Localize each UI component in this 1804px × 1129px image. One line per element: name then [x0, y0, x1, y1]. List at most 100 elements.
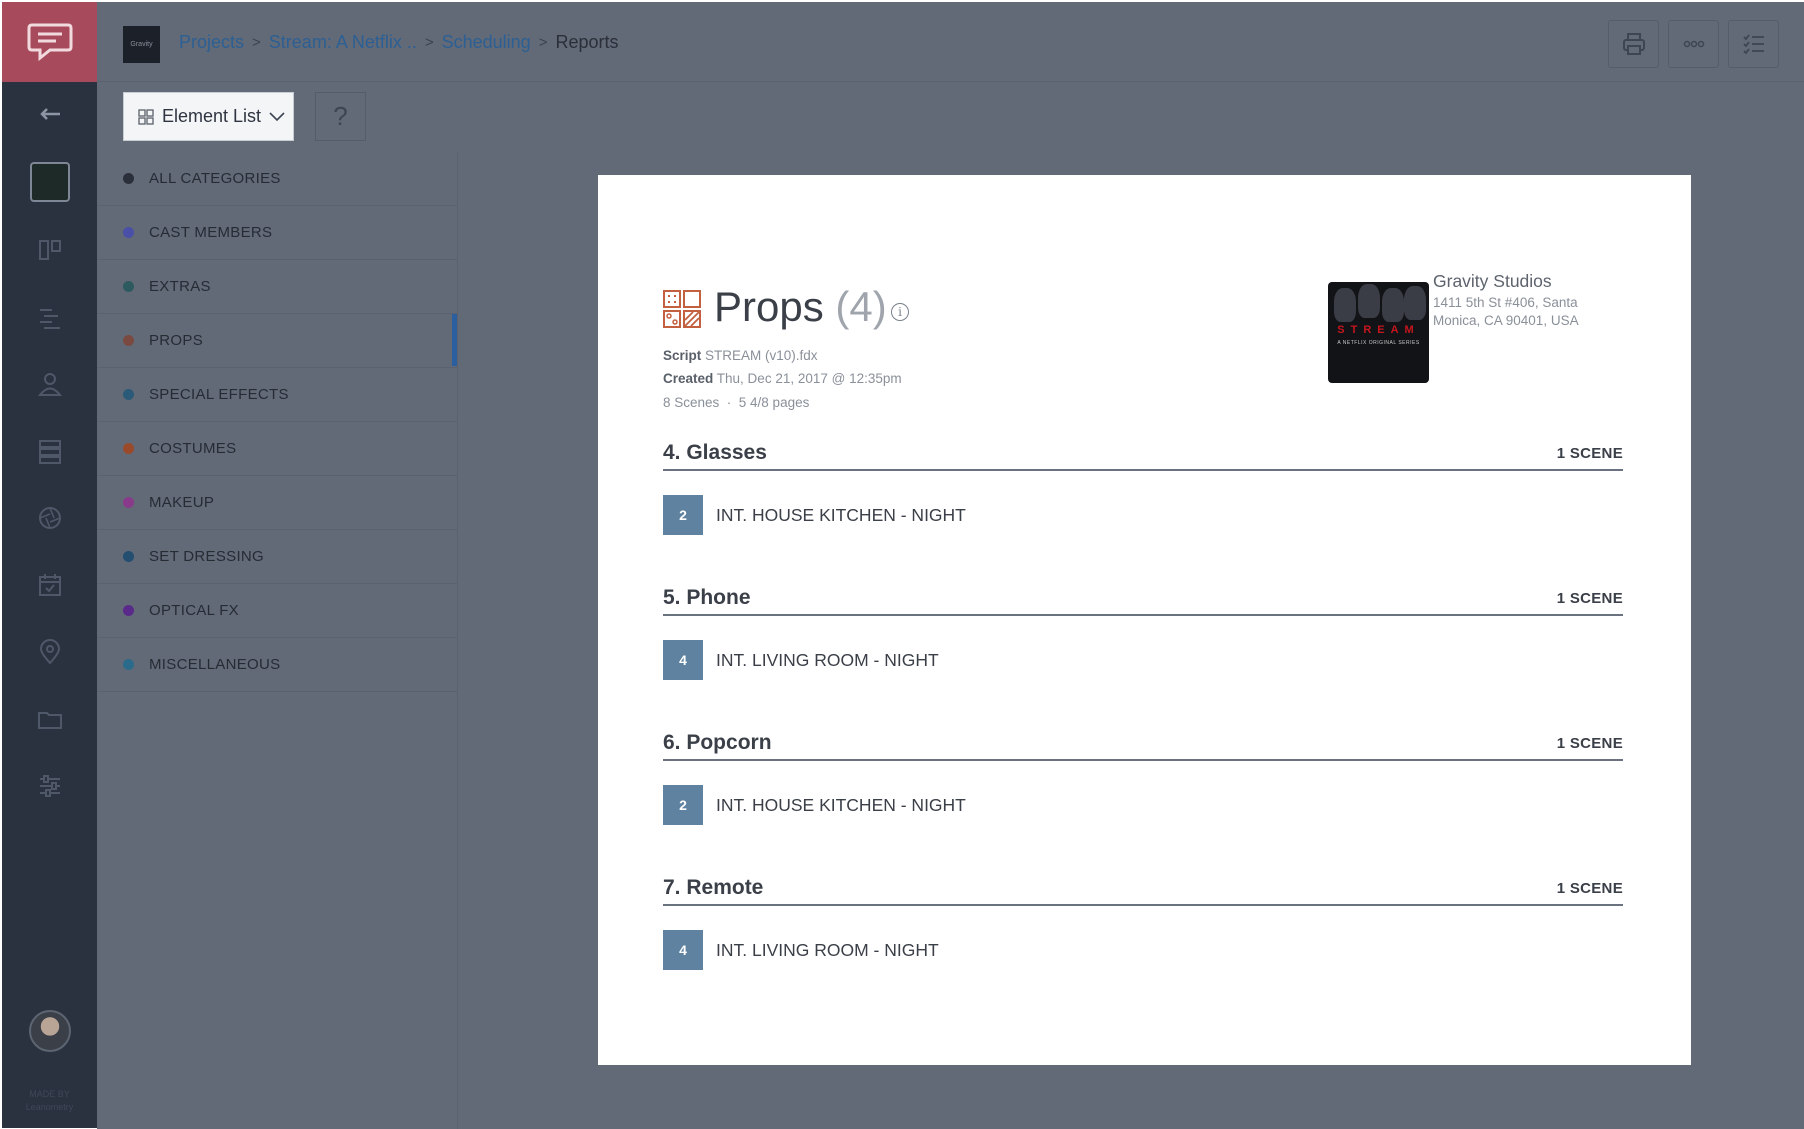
element-title: 6. Popcorn [663, 731, 772, 754]
category-color-dot [123, 497, 134, 508]
top-bar: Gravity Projects > Stream: A Netflix .. … [97, 2, 1804, 82]
printer-icon [1622, 33, 1645, 55]
schedule-list-icon[interactable] [2, 431, 97, 471]
category-item[interactable]: OPTICAL FX [97, 584, 458, 638]
category-label: PROPS [149, 332, 204, 349]
stripboard-icon[interactable] [2, 297, 97, 337]
chevron-right-icon: > [424, 34, 434, 51]
poster-figure [1404, 286, 1426, 320]
scene-row[interactable]: 4 INT. LIVING ROOM - NIGHT [663, 930, 939, 970]
breadcrumb: Projects > Stream: A Netflix .. > Schedu… [179, 32, 619, 53]
breadcrumb-projects[interactable]: Projects [179, 32, 244, 53]
category-color-dot [123, 227, 134, 238]
category-item[interactable]: SPECIAL EFFECTS [97, 368, 458, 422]
element-scene-count: 1 SCENE [1556, 880, 1623, 897]
user-avatar[interactable] [29, 1010, 71, 1052]
info-icon[interactable]: i [891, 303, 909, 321]
category-color-dot [123, 173, 134, 184]
report-title: Props (4) [714, 283, 887, 331]
category-label: EXTRAS [149, 278, 211, 295]
made-by-label: MADE BY [29, 1089, 70, 1099]
category-label: MAKEUP [149, 494, 215, 511]
category-label: CAST MEMBERS [149, 224, 273, 241]
category-color-dot [123, 659, 134, 670]
poster-title: STREAM [1337, 324, 1420, 336]
element-scene-count: 1 SCENE [1556, 590, 1623, 607]
element-section-header: 5. Phone 1 SCENE [663, 586, 1623, 616]
poster-figure [1358, 284, 1380, 318]
scene-number-badge: 2 [663, 495, 703, 535]
active-category-indicator [452, 314, 457, 366]
element-section-header: 6. Popcorn 1 SCENE [663, 731, 1623, 761]
element-list-label: Element List [162, 106, 262, 126]
element-section-header: 7. Remote 1 SCENE [663, 876, 1623, 906]
project-thumbnail[interactable] [2, 162, 97, 202]
breadcrumb-scheduling[interactable]: Scheduling [442, 32, 531, 53]
created-meta: Created Thu, Dec 21, 2017 @ 12:35pm [663, 371, 902, 386]
created-label: Created [663, 371, 714, 386]
app-window: MADE BY Leanometry Gravity Projects > St… [0, 0, 1804, 1129]
breadcrumb-project[interactable]: Stream: A Netflix .. [269, 32, 417, 53]
report-title-count: (4) [835, 283, 887, 330]
scene-row[interactable]: 2 INT. HOUSE KITCHEN - NIGHT [663, 495, 966, 535]
category-item[interactable]: COSTUMES [97, 422, 458, 476]
category-item[interactable]: MISCELLANEOUS [97, 638, 458, 692]
scene-number-badge: 4 [663, 930, 703, 970]
checklist-button[interactable] [1728, 20, 1779, 68]
scene-row[interactable]: 2 INT. HOUSE KITCHEN - NIGHT [663, 785, 966, 825]
report-page: Props (4) i Script STREAM (v10).fdx Crea… [598, 175, 1691, 1065]
help-button[interactable]: ? [315, 92, 366, 141]
scene-number-badge: 4 [663, 640, 703, 680]
category-item[interactable]: MAKEUP [97, 476, 458, 530]
category-item[interactable]: CAST MEMBERS [97, 206, 458, 260]
category-color-dot [123, 389, 134, 400]
left-nav: MADE BY Leanometry [2, 2, 97, 1128]
category-label: OPTICAL FX [149, 602, 239, 619]
scene-heading: INT. LIVING ROOM - NIGHT [716, 939, 939, 960]
breadcrumb-current: Reports [555, 32, 619, 52]
script-label: Script [663, 348, 702, 363]
element-title: 5. Phone [663, 586, 751, 609]
category-color-dot [123, 335, 134, 346]
element-scene-count: 1 SCENE [1556, 735, 1623, 752]
back-arrow-icon[interactable] [2, 94, 97, 134]
checklist-icon [1742, 34, 1764, 55]
element-list-dropdown[interactable]: Element List [123, 92, 294, 141]
cast-icon[interactable] [2, 364, 97, 404]
category-color-dot [123, 443, 134, 454]
studiobinder-logo[interactable] [2, 2, 97, 82]
category-item[interactable]: EXTRAS [97, 260, 458, 314]
made-by-credit: MADE BY Leanometry [2, 1088, 97, 1114]
category-item[interactable]: PROPS [97, 314, 458, 368]
report-toolbar: Element List ? [97, 82, 1804, 152]
scene-row[interactable]: 4 INT. LIVING ROOM - NIGHT [663, 640, 939, 680]
element-scene-count: 1 SCENE [1556, 445, 1623, 462]
chevron-right-icon: > [252, 34, 261, 51]
category-color-dot [123, 551, 134, 562]
category-item[interactable]: SET DRESSING [97, 530, 458, 584]
script-meta: Script STREAM (v10).fdx [663, 348, 818, 363]
project-thumb-image [29, 162, 70, 202]
calendar-icon[interactable] [2, 565, 97, 605]
company-logo[interactable]: Gravity [123, 26, 160, 63]
element-grid-icon [138, 108, 154, 125]
more-options-button[interactable] [1668, 20, 1719, 68]
studio-address-line1: 1411 5th St #406, Santa [1433, 295, 1578, 310]
category-color-dot [123, 281, 134, 292]
chevron-right-icon: > [538, 34, 548, 51]
location-pin-icon[interactable] [2, 632, 97, 672]
settings-sliders-icon[interactable] [2, 766, 97, 806]
report-title-text: Props [714, 283, 824, 330]
poster-figure [1334, 288, 1356, 322]
shot-list-aperture-icon[interactable] [2, 498, 97, 538]
folder-icon[interactable] [2, 699, 97, 739]
studio-name: Gravity Studios [1433, 271, 1552, 291]
scene-heading: INT. LIVING ROOM - NIGHT [716, 649, 939, 670]
category-label: SPECIAL EFFECTS [149, 386, 289, 403]
poster-figure [1382, 288, 1404, 322]
board-icon[interactable] [2, 230, 97, 270]
studio-address-line2: Monica, CA 90401, USA [1433, 313, 1579, 328]
category-item[interactable]: ALL CATEGORIES [97, 152, 458, 206]
print-button[interactable] [1608, 20, 1659, 68]
chat-logo-icon [27, 23, 72, 62]
